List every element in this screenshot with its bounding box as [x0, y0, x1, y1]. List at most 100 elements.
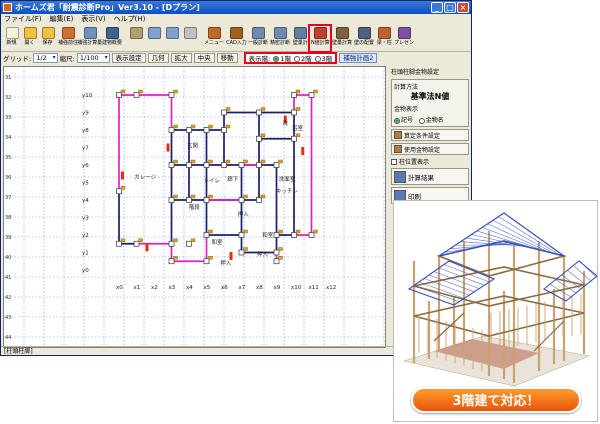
toolbar-button-building-info[interactable]: 建物概要 — [101, 25, 123, 52]
grid-label: グリッド: — [3, 55, 32, 63]
toolbar-button-cad[interactable]: CAD入力 — [225, 25, 247, 52]
radio-on-icon — [394, 117, 400, 124]
column-position-checkbox[interactable]: 柱位置表示 — [391, 157, 469, 166]
hardware-symbol — [295, 133, 301, 137]
y-axis-label: y9 — [82, 111, 89, 117]
toolbar-button-wall-calc[interactable]: 壁量計算 — [331, 25, 353, 52]
hardware-settings-button[interactable]: 使用金物設定 — [391, 143, 469, 155]
toolbar-button-general-diag[interactable]: 一般診断 — [247, 25, 269, 52]
brace-marker — [229, 252, 233, 260]
x-axis-label: x5 — [204, 285, 211, 291]
floor-plan-canvas[interactable]: 31 32 33 34 35 36 37 38 39 40 41 42 43 44 y10 y9 y8 y7 y6 y… — [3, 66, 386, 348]
column-marker — [238, 197, 245, 203]
minimize-button[interactable]: _ — [431, 2, 443, 13]
toolbar-label: 開く — [25, 40, 35, 46]
menu-file[interactable]: ファイル(F) — [4, 14, 42, 25]
toolbar-button-redo[interactable] — [163, 25, 181, 52]
hardware-symbol — [260, 194, 266, 199]
brace-marker — [145, 243, 149, 252]
scale-select[interactable]: 1/100 — [76, 53, 110, 63]
hardware-symbol — [278, 229, 283, 234]
room-label: 廊下 — [227, 175, 239, 183]
toolbar-button-pen[interactable] — [127, 25, 145, 52]
toolbar-button-save[interactable]: 保存 — [39, 25, 57, 52]
toolbar-button-wall-layout[interactable]: 壁の配置 — [353, 25, 375, 52]
zoom-button[interactable]: 拡大 — [170, 53, 192, 63]
menu-icon — [207, 27, 221, 39]
column-marker — [238, 232, 245, 238]
column-marker — [273, 258, 280, 265]
hardware-symbol — [225, 124, 231, 129]
floor-1-radio[interactable]: 1階 — [273, 53, 291, 63]
x-axis-label: x9 — [274, 285, 281, 291]
toolbar-button-open-folder[interactable]: 開く — [21, 25, 39, 52]
column-marker — [221, 162, 227, 168]
hardware-symbol — [208, 159, 213, 164]
column-marker — [168, 258, 175, 265]
column-marker — [186, 240, 192, 247]
column-marker — [273, 249, 280, 256]
toolbar-button-wall-meter[interactable]: 壁量計 — [291, 25, 309, 52]
y-axis-label: y6 — [82, 163, 89, 169]
hardware-symbol — [120, 238, 126, 242]
column-marker — [256, 109, 262, 116]
toolbar-label: メニュー — [204, 40, 224, 46]
x-axis-label: x6 — [221, 285, 228, 291]
x-axis-label: x4 — [186, 285, 193, 291]
column-marker — [186, 162, 192, 168]
hardware-symbol — [243, 247, 248, 251]
hardware-symbol — [225, 159, 231, 164]
toolbar-button-undo[interactable] — [145, 25, 163, 52]
toolbar-button-house-before[interactable]: 補強前住 — [57, 25, 79, 52]
column-marker — [203, 162, 210, 168]
options-bar: グリッド: 1/2 縮尺: 1/100 表示設定 几何 拡大 中央 移動 表示階… — [1, 52, 471, 64]
toolbar-button-dimension[interactable] — [181, 25, 199, 52]
maximize-button[interactable]: □ — [444, 2, 456, 13]
close-button[interactable]: × — [457, 2, 469, 13]
move-button[interactable]: 移動 — [216, 53, 238, 63]
hardware-symbol — [173, 194, 178, 199]
hardware-symbol — [295, 89, 301, 94]
menu-edit[interactable]: 編集(E) — [50, 14, 74, 25]
menu-help[interactable]: ヘルプ(H) — [114, 14, 146, 25]
calc-result-button[interactable]: 計算結果 — [391, 168, 469, 185]
toolbar-button-beam-column[interactable]: 梁・柱 — [375, 25, 393, 52]
hardware-symbol — [295, 107, 301, 111]
column-marker — [256, 135, 262, 142]
toolbar-button-new-file[interactable]: 新規 — [3, 25, 21, 52]
hardware-name-radio[interactable]: 金物名 — [418, 117, 444, 124]
hardware-symbol — [138, 238, 143, 242]
menu-view[interactable]: 表示(V) — [81, 14, 105, 25]
room-label: 洗 — [282, 119, 288, 127]
new-file-icon — [5, 27, 19, 39]
roof-rafter — [498, 216, 560, 256]
toolbar-label: N値計算 — [310, 40, 330, 46]
display-settings-button[interactable]: 表示設定 — [111, 53, 146, 63]
hardware-symbol — [208, 229, 213, 234]
column-marker — [168, 162, 175, 168]
toolbar-label: 一般診断 — [248, 40, 268, 46]
toolbar-button-calc[interactable]: 補強計算量 — [78, 25, 102, 52]
reinforce-plan-button[interactable]: 補強計画2 — [339, 53, 378, 63]
hardware-symbol — [173, 238, 178, 242]
toolbar-button-n-value[interactable]: N値計算 — [308, 24, 332, 53]
roof-rafter — [444, 241, 510, 253]
fit-button[interactable]: 几何 — [147, 53, 169, 63]
y-axis-label: y1 — [82, 251, 89, 257]
symbol-radio[interactable]: 記号 — [394, 117, 413, 124]
floor-2-radio[interactable]: 2階 — [293, 53, 312, 63]
floor-3-radio[interactable]: 3階 — [314, 53, 332, 63]
center-button[interactable]: 中央 — [193, 53, 215, 63]
column-marker — [116, 188, 122, 195]
toolbar-button-presentation[interactable]: プレゼン — [393, 25, 415, 52]
toolbar-button-menu[interactable]: メニュー — [203, 25, 225, 52]
toolbar-button-precise-diag[interactable]: 精密診断 — [269, 25, 291, 52]
grid-select[interactable]: 1/2 — [33, 53, 58, 63]
condition-settings-button[interactable]: 算定条件設定 — [391, 129, 469, 141]
beam-column-icon — [377, 27, 391, 39]
hardware-symbol — [190, 194, 196, 199]
title-bar[interactable]: ホームズ君「耐震診断Pro」Ver3.10 - [Dプラン] _ □ × — [1, 1, 471, 14]
row-number: 41 — [5, 275, 11, 281]
hardware-symbol — [208, 194, 213, 199]
room-label: 押入 — [238, 210, 250, 218]
